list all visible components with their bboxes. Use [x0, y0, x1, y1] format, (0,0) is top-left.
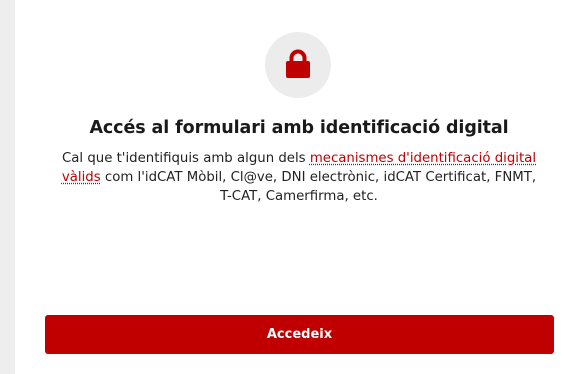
description-text: Cal que t'identifiquis amb algun dels me…: [55, 149, 543, 206]
lock-icon-container: [265, 32, 331, 98]
access-button[interactable]: Accedeix: [45, 315, 554, 354]
description-text-after: com l'idCAT Mòbil, Cl@ve, DNI electrònic…: [100, 170, 537, 204]
description-text-before: Cal que t'identifiquis amb algun dels: [61, 151, 310, 166]
access-card: Accés al formulari amb identificació dig…: [15, 0, 573, 374]
page-title: Accés al formulari amb identificació dig…: [89, 118, 509, 138]
lock-icon: [286, 49, 310, 78]
